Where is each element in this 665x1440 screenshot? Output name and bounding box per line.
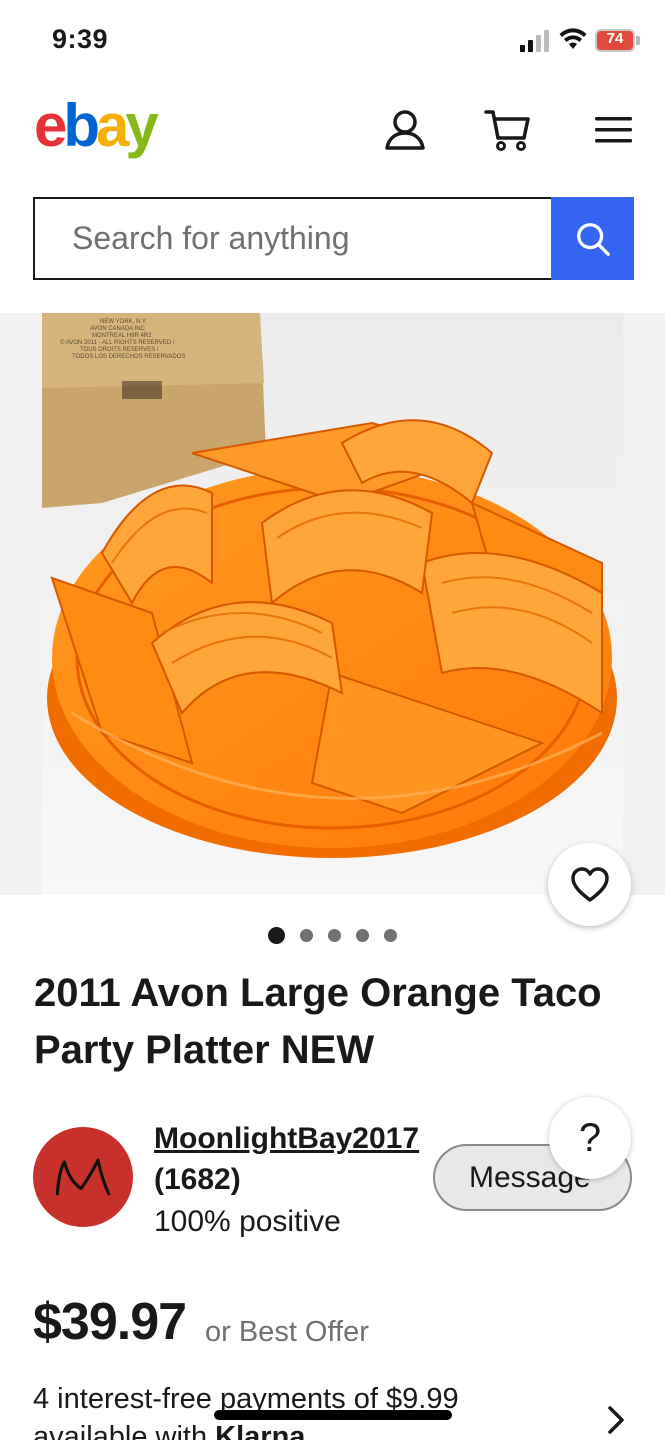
box-text-line-2: AVON CANADA INC [90,326,146,332]
box-text-line-6: TODOS LOS DERECHOS RESERVADOS [72,354,185,360]
user-icon[interactable] [381,106,429,154]
logo-letter-y: y [125,92,158,159]
item-price: $39.97 [33,1293,187,1351]
heart-icon [570,866,609,902]
search-bar [33,197,634,280]
item-title: 2011 Avon Large Orange Taco Party Platte… [34,971,602,1072]
avatar-letter [55,1158,111,1196]
search-icon [576,222,610,256]
ebay-logo[interactable]: ebay [34,96,159,156]
box-text-line-4: © AVON 2011 - ALL RIGHTS RESERVED / [60,339,175,346]
product-photo[interactable]: NEW YORK, N.Y. AVON CANADA INC MONTREAL … [42,313,623,895]
image-gallery[interactable]: NEW YORK, N.Y. AVON CANADA INC MONTREAL … [0,313,665,895]
wifi-icon [559,28,587,49]
favorite-button[interactable] [548,843,631,926]
battery-icon: 74 [595,29,641,52]
box-text-line-5: TOUS DROITS RESERVES / [80,347,159,353]
home-indicator [214,1410,452,1420]
seller-feedback-count: (1682) [154,1163,241,1196]
chevron-right-icon[interactable] [600,1400,630,1440]
pagination-dot[interactable] [356,928,369,942]
pagination-dot-active[interactable] [268,926,285,944]
cellular-signal-icon [520,30,549,52]
available-with-text: available with [33,1421,208,1440]
logo-letter-a: a [96,92,129,159]
logo-letter-e: e [34,92,67,159]
klarna-brand: Klarna [215,1421,306,1440]
logo-letter-b: b [63,92,100,159]
box-text-line-1: NEW YORK, N.Y. [100,319,147,325]
best-offer-text: or Best Offer [205,1316,369,1348]
seller-positive-rating: 100% positive [154,1205,341,1238]
search-button[interactable] [551,197,634,280]
seller-name-link[interactable]: MoonlightBay2017 [154,1122,419,1156]
seller-avatar[interactable] [33,1127,133,1227]
help-button[interactable]: ? [549,1097,631,1179]
pagination-dot[interactable] [384,928,397,942]
cart-icon[interactable] [484,106,532,154]
search-input[interactable] [33,197,552,280]
status-bar: 9:39 74 [0,0,665,82]
pagination-dot[interactable] [300,928,313,942]
status-time: 9:39 [52,24,109,54]
menu-icon[interactable] [590,106,638,154]
pagination-dot[interactable] [328,928,341,942]
battery-level: 74 [606,30,624,47]
box-text-line-3: MONTREAL H9R 4R2 [92,333,152,339]
gallery-pagination [268,926,397,944]
